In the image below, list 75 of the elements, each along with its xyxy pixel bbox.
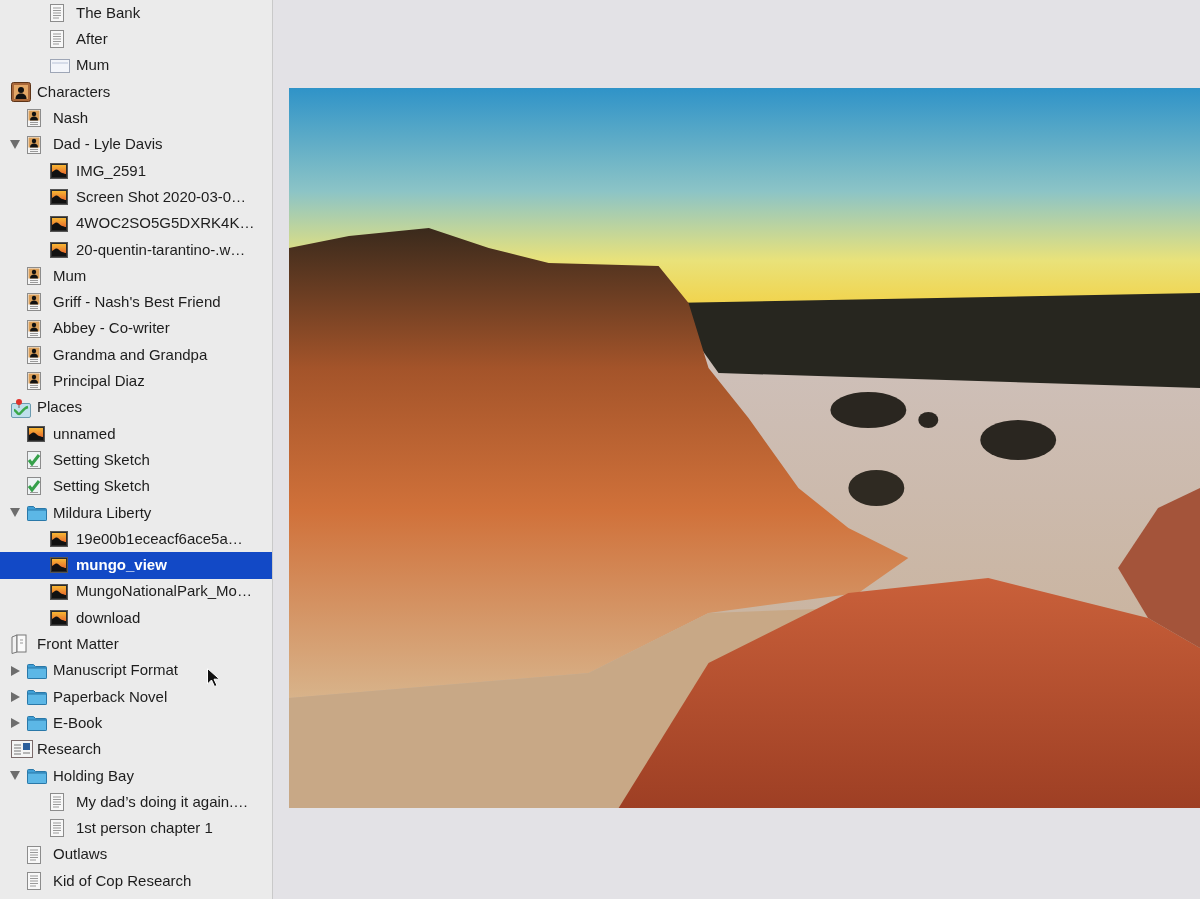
image-icon [50, 557, 68, 574]
binder-item[interactable]: Mum [0, 52, 272, 79]
disclosure-triangle-icon[interactable] [11, 665, 20, 676]
binder-item[interactable]: Places [0, 394, 272, 421]
binder-item[interactable]: 19e00b1eceacf6ace5a… [0, 525, 272, 553]
mouse-pointer-icon [207, 668, 219, 687]
person-card-icon [27, 293, 41, 312]
image-icon [50, 609, 68, 626]
disclosure-triangle-icon[interactable] [10, 140, 20, 150]
binder-item[interactable]: Abbey - Co-writer [0, 315, 272, 342]
disclosure-triangle-icon[interactable] [11, 691, 20, 702]
binder-item[interactable]: Nash [0, 105, 272, 132]
binder-item[interactable]: Mildura Liberty [0, 499, 272, 526]
binder-item[interactable]: After [0, 26, 272, 53]
person-card-icon [27, 267, 41, 286]
index-card-icon [50, 58, 70, 73]
person-card-icon [27, 319, 41, 338]
binder-item[interactable]: Manuscript Format [0, 657, 272, 684]
page-check-icon [27, 477, 41, 496]
image-icon [27, 425, 45, 442]
document-icon [50, 30, 64, 49]
binder-item[interactable]: Griff - Nash's Best Friend [0, 289, 272, 316]
document-icon [27, 845, 41, 864]
image-icon [50, 241, 68, 258]
binder-item[interactable]: Mum [0, 262, 272, 290]
folder-icon [27, 767, 47, 784]
binder-item[interactable]: Principal Diaz [0, 368, 272, 395]
binder-item[interactable]: Front Matter [0, 631, 272, 658]
binder-item[interactable]: The Bank [0, 0, 272, 27]
disclosure-triangle-icon[interactable] [10, 508, 20, 518]
document-icon [27, 871, 41, 890]
binder-item[interactable]: Dad - Lyle Davis [0, 131, 272, 158]
binder-item[interactable]: 4WOC2SO5G5DXRK4K… [0, 210, 272, 237]
person-card-icon [27, 372, 41, 391]
image-icon [50, 215, 68, 232]
binder-item[interactable]: Setting Sketch [0, 447, 272, 474]
image-icon [50, 531, 68, 548]
folder-icon [27, 504, 47, 521]
binder-item[interactable]: IMG_2591 [0, 157, 272, 185]
image-icon [50, 162, 68, 179]
image-icon [50, 189, 68, 206]
person-card-icon [27, 346, 41, 364]
newspaper-icon [11, 740, 33, 759]
binder-item[interactable]: Paperback Novel [0, 683, 272, 710]
folder-icon [27, 715, 47, 732]
book-icon [11, 634, 27, 655]
binder-item[interactable]: Grandma and Grandpa [0, 341, 272, 369]
binder-item[interactable]: My dad’s doing it again.… [0, 788, 272, 816]
image-icon [50, 583, 68, 600]
binder-item[interactable]: Research [0, 736, 272, 763]
binder-item[interactable]: Outlaws [0, 841, 272, 868]
person-card-icon [27, 109, 41, 128]
binder-item[interactable]: MungoNationalPark_Mo… [0, 578, 272, 605]
person-card-icon [27, 135, 41, 154]
binder-item[interactable]: 20-quentin-tarantino-.w… [0, 236, 272, 263]
folder-icon [27, 688, 47, 705]
binder-item[interactable]: Kid of Cop Research [0, 867, 272, 895]
document-icon [50, 819, 64, 838]
binder-item[interactable]: unnamed [0, 420, 272, 448]
disclosure-triangle-icon[interactable] [10, 771, 20, 781]
binder-item[interactable]: Screen Shot 2020-03-0… [0, 184, 272, 211]
binder-item[interactable]: download [0, 604, 272, 632]
person-folder-icon [11, 82, 31, 103]
binder-item[interactable]: Holding Bay [0, 762, 272, 789]
document-icon [50, 793, 64, 812]
disclosure-triangle-icon[interactable] [11, 718, 20, 729]
binder-item[interactable]: E-Book [0, 710, 272, 737]
folder-icon [27, 662, 47, 679]
map-pin-icon [11, 397, 31, 418]
page-check-icon [27, 451, 41, 470]
binder-item[interactable]: Setting Sketch [0, 473, 272, 500]
binder-item[interactable]: mungo_view [0, 552, 272, 579]
binder-item[interactable]: 1st person chapter 1 [0, 815, 272, 842]
document-icon [50, 4, 64, 23]
binder-item[interactable]: Characters [0, 78, 272, 106]
